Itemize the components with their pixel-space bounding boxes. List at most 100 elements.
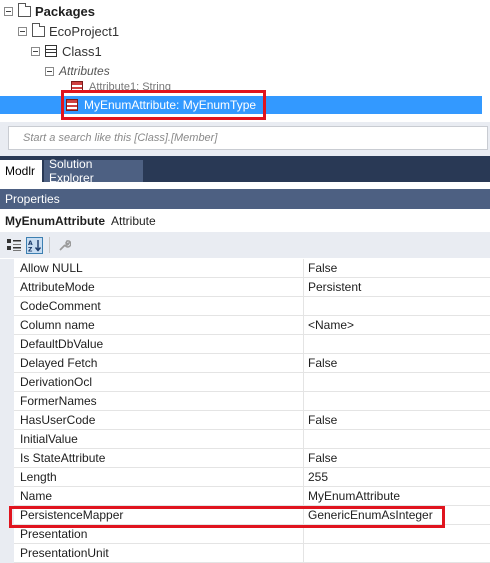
property-value[interactable] <box>304 392 490 411</box>
collapse-icon[interactable] <box>4 6 13 16</box>
property-value[interactable] <box>304 335 490 354</box>
property-value[interactable]: GenericEnumAsInteger <box>304 506 490 525</box>
folder-icon <box>32 22 45 37</box>
row-gutter <box>0 373 14 392</box>
collapse-icon[interactable] <box>31 46 40 56</box>
row-gutter <box>0 544 14 563</box>
property-name: Is StateAttribute <box>14 449 304 468</box>
property-value[interactable]: MyEnumAttribute <box>304 487 490 506</box>
property-value[interactable]: False <box>304 411 490 430</box>
property-value[interactable]: False <box>304 354 490 373</box>
property-name: Delayed Fetch <box>14 354 304 373</box>
property-name: Name <box>14 487 304 506</box>
row-gutter <box>0 297 14 316</box>
svg-text:Z: Z <box>28 246 33 252</box>
attribute-icon <box>66 99 78 111</box>
property-row[interactable]: CodeComment <box>0 297 490 316</box>
model-tree: Packages EcoProject1 Class1 Attributes A… <box>0 0 490 122</box>
search-bar: Start a search like this [Class].[Member… <box>0 122 490 156</box>
property-name: Allow NULL <box>14 259 304 278</box>
row-gutter <box>0 506 14 525</box>
tree-node-attributes[interactable]: Attributes <box>45 62 110 80</box>
properties-toolbar: A Z <box>0 232 490 258</box>
property-row[interactable]: Length 255 <box>0 468 490 487</box>
tree-node-project[interactable]: EcoProject1 <box>18 22 119 40</box>
property-value[interactable] <box>304 544 490 563</box>
row-gutter <box>0 259 14 278</box>
tree-node-label: MyEnumAttribute: MyEnumType <box>84 98 257 112</box>
property-name: HasUserCode <box>14 411 304 430</box>
row-gutter <box>0 392 14 411</box>
property-row[interactable]: Name MyEnumAttribute <box>0 487 490 506</box>
row-gutter <box>0 335 14 354</box>
property-row[interactable]: Is StateAttribute False <box>0 449 490 468</box>
tree-node-label: Class1 <box>62 43 102 59</box>
property-row[interactable]: Delayed Fetch False <box>0 354 490 373</box>
tree-node-label: Attribute1: String <box>89 81 171 93</box>
property-value[interactable] <box>304 430 490 449</box>
property-name: InitialValue <box>14 430 304 449</box>
property-value[interactable] <box>304 373 490 392</box>
property-row[interactable]: Column name <Name> <box>0 316 490 335</box>
property-value[interactable]: Persistent <box>304 278 490 297</box>
row-gutter <box>0 487 14 506</box>
property-name: PersistenceMapper <box>14 506 304 525</box>
property-name: AttributeMode <box>14 278 304 297</box>
alphabetical-button[interactable]: A Z <box>26 236 43 254</box>
property-name: PresentationUnit <box>14 544 304 563</box>
tree-node-attribute1[interactable]: Attribute1: String <box>71 80 171 94</box>
property-value[interactable]: False <box>304 449 490 468</box>
tab-bar: Modlr Solution Explorer <box>0 156 490 185</box>
property-row[interactable]: Presentation <box>0 525 490 544</box>
search-input[interactable]: Start a search like this [Class].[Member… <box>8 126 488 150</box>
property-value[interactable]: 255 <box>304 468 490 487</box>
toolbar-divider <box>49 237 50 253</box>
property-value[interactable]: <Name> <box>304 316 490 335</box>
property-grid: Allow NULL False AttributeMode Persistent Co… <box>0 259 490 563</box>
property-name: FormerNames <box>14 392 304 411</box>
folder-icon <box>18 2 31 17</box>
property-row[interactable]: FormerNames <box>0 392 490 411</box>
property-value[interactable] <box>304 525 490 544</box>
row-gutter <box>0 449 14 468</box>
property-value[interactable] <box>304 297 490 316</box>
tab-solution-explorer[interactable]: Solution Explorer <box>44 157 143 185</box>
wrench-icon <box>59 239 71 251</box>
tab-modlr[interactable]: Modlr <box>0 160 42 182</box>
property-row[interactable]: DerivationOcl <box>0 373 490 392</box>
tree-node-class[interactable]: Class1 <box>31 42 102 60</box>
selected-object-title: MyEnumAttribute Attribute <box>0 209 490 232</box>
property-row[interactable]: PersistenceMapper GenericEnumAsInteger <box>0 506 490 525</box>
row-gutter <box>0 468 14 487</box>
properties-header: Properties <box>0 189 490 209</box>
property-row[interactable]: Allow NULL False <box>0 259 490 278</box>
property-name: DerivationOcl <box>14 373 304 392</box>
property-pages-button[interactable] <box>56 237 73 254</box>
property-row[interactable]: DefaultDbValue <box>0 335 490 354</box>
attribute-icon <box>71 81 83 93</box>
property-value[interactable]: False <box>304 259 490 278</box>
row-gutter <box>0 354 14 373</box>
collapse-icon[interactable] <box>45 66 54 76</box>
categorized-button[interactable] <box>5 237 22 254</box>
class-icon <box>45 45 57 57</box>
sort-az-icon: A Z <box>28 239 41 252</box>
property-row[interactable]: InitialValue <box>0 430 490 449</box>
property-name: CodeComment <box>14 297 304 316</box>
categorized-icon <box>6 239 21 251</box>
collapse-icon[interactable] <box>18 26 27 36</box>
property-row[interactable]: AttributeMode Persistent <box>0 278 490 297</box>
property-name: DefaultDbValue <box>14 335 304 354</box>
tree-node-label: EcoProject1 <box>49 23 120 39</box>
property-row[interactable]: HasUserCode False <box>0 411 490 430</box>
tree-node-packages[interactable]: Packages <box>4 2 95 20</box>
row-gutter <box>0 430 14 449</box>
tree-node-label: Attributes <box>59 64 110 78</box>
row-gutter <box>0 525 14 544</box>
property-row[interactable]: PresentationUnit <box>0 544 490 563</box>
row-gutter <box>0 278 14 297</box>
row-gutter <box>0 411 14 430</box>
tree-node-myenumattribute[interactable]: MyEnumAttribute: MyEnumType <box>0 96 482 114</box>
property-name: Presentation <box>14 525 304 544</box>
object-type: Attribute <box>111 213 156 228</box>
